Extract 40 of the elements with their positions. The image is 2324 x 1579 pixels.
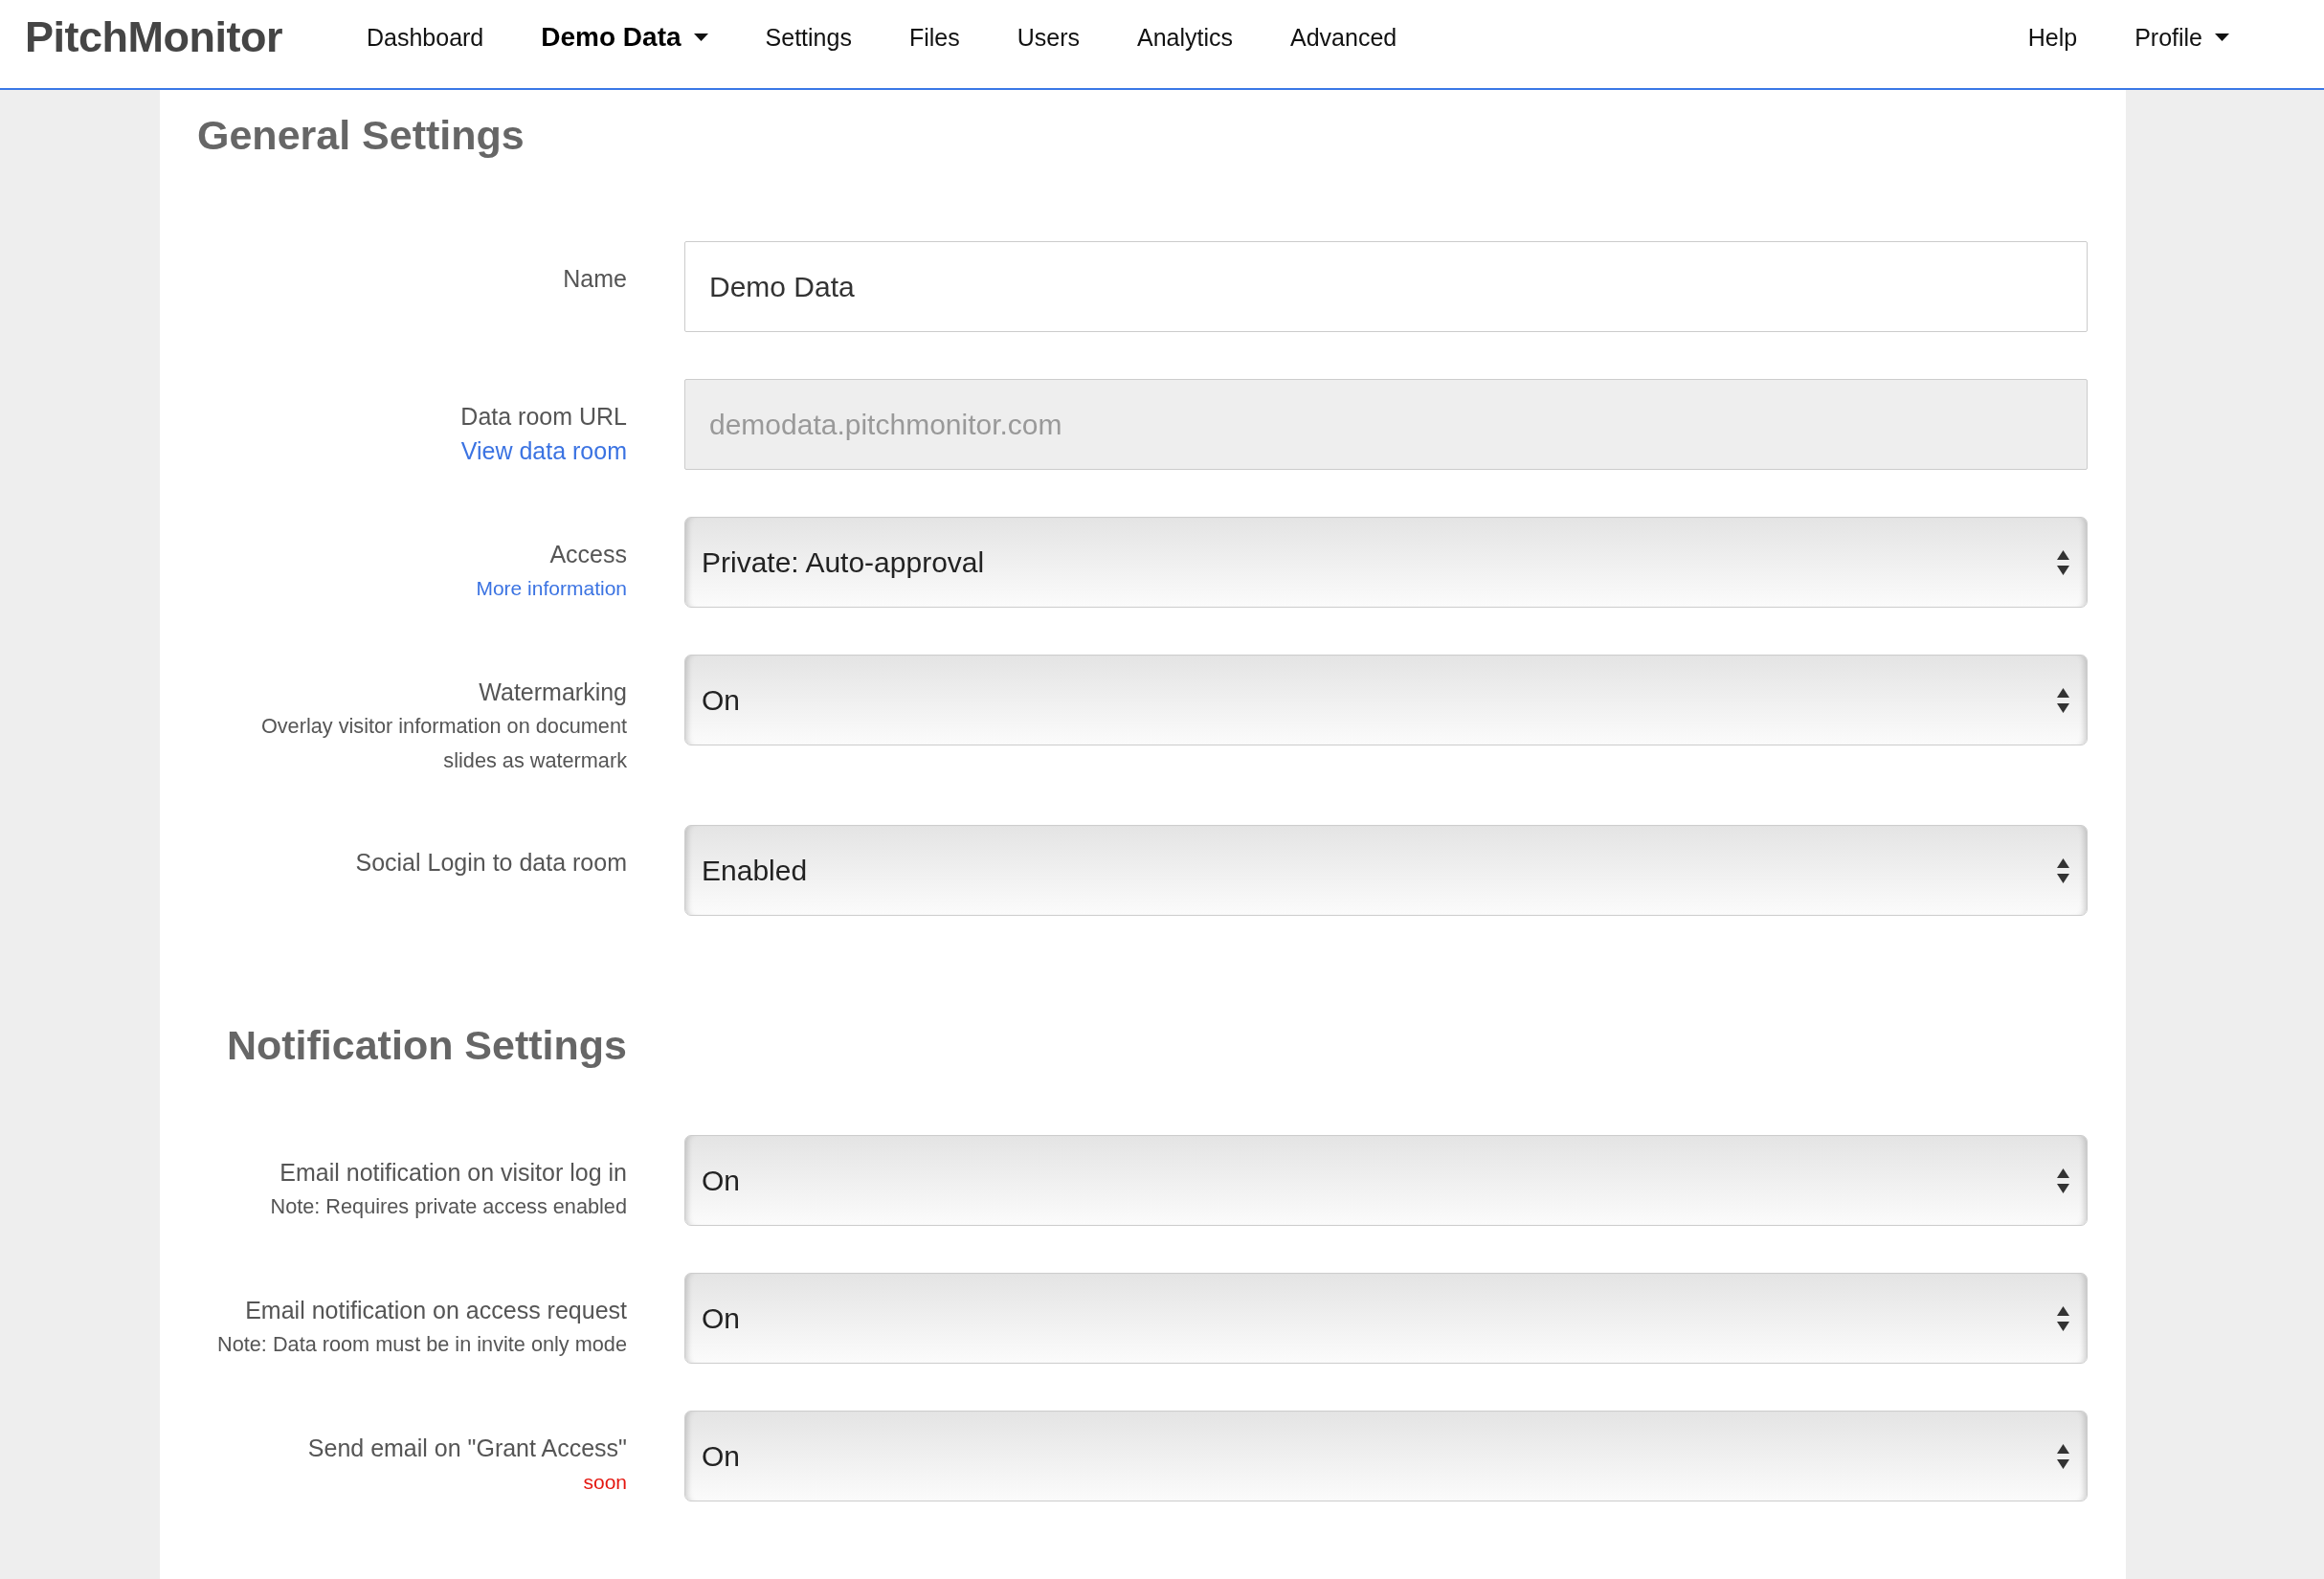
section-heading: Notification Settings xyxy=(226,1021,627,1070)
select-dropdown[interactable]: On xyxy=(684,1411,2088,1501)
section-heading: General Settings xyxy=(197,111,525,160)
field-label: Social Login to data room xyxy=(355,848,627,878)
up-down-arrows-icon xyxy=(2057,687,2069,713)
nav-link[interactable]: Help xyxy=(1999,20,2107,55)
field-note: Note: Data room must be in invite only mode xyxy=(217,1331,627,1358)
nav-link[interactable]: Advanced xyxy=(1262,20,1426,55)
caret-icon xyxy=(693,33,708,41)
field-label: Access xyxy=(549,540,627,569)
nav-link[interactable]: Settings xyxy=(736,20,881,55)
text-field[interactable]: Demo Data xyxy=(684,241,2088,332)
nav-link[interactable]: Files xyxy=(880,20,989,55)
field-label: Email notification on visitor log in xyxy=(279,1158,627,1188)
field-label: Data room URL xyxy=(460,402,627,432)
up-down-arrows-icon xyxy=(2057,857,2069,883)
up-down-arrows-icon xyxy=(2057,1168,2069,1193)
nav-link[interactable]: Profile xyxy=(2106,20,2229,55)
nav-link[interactable]: Demo Data xyxy=(512,20,737,55)
select-dropdown[interactable]: Private: Auto-approval xyxy=(684,517,2088,608)
field-label: Watermarking xyxy=(479,678,627,707)
nav-link[interactable]: Analytics xyxy=(1108,20,1263,55)
app-logo: PitchMonitor xyxy=(25,20,282,55)
up-down-arrows-icon xyxy=(2057,1305,2069,1331)
nav-link[interactable]: Dashboard xyxy=(337,20,513,55)
info-link[interactable]: More information xyxy=(476,571,627,606)
field-note: Overlay visitor information on document slides as watermark xyxy=(259,713,627,774)
select-dropdown[interactable]: On xyxy=(684,1135,2088,1226)
caret-icon xyxy=(2215,33,2229,41)
nav-link[interactable]: Users xyxy=(988,20,1108,55)
up-down-arrows-icon xyxy=(2057,1443,2069,1469)
select-dropdown[interactable]: On xyxy=(684,655,2088,745)
up-down-arrows-icon xyxy=(2057,549,2069,575)
field-label: Name xyxy=(563,264,627,294)
field-note: Note: Requires private access enabled xyxy=(270,1193,627,1220)
field-label: Email notification on access request xyxy=(245,1296,627,1325)
select-dropdown[interactable]: Enabled xyxy=(684,825,2088,916)
select-dropdown[interactable]: On xyxy=(684,1273,2088,1364)
status-text: soon xyxy=(583,1470,627,1495)
field-label: Send email on "Grant Access" xyxy=(307,1434,627,1463)
